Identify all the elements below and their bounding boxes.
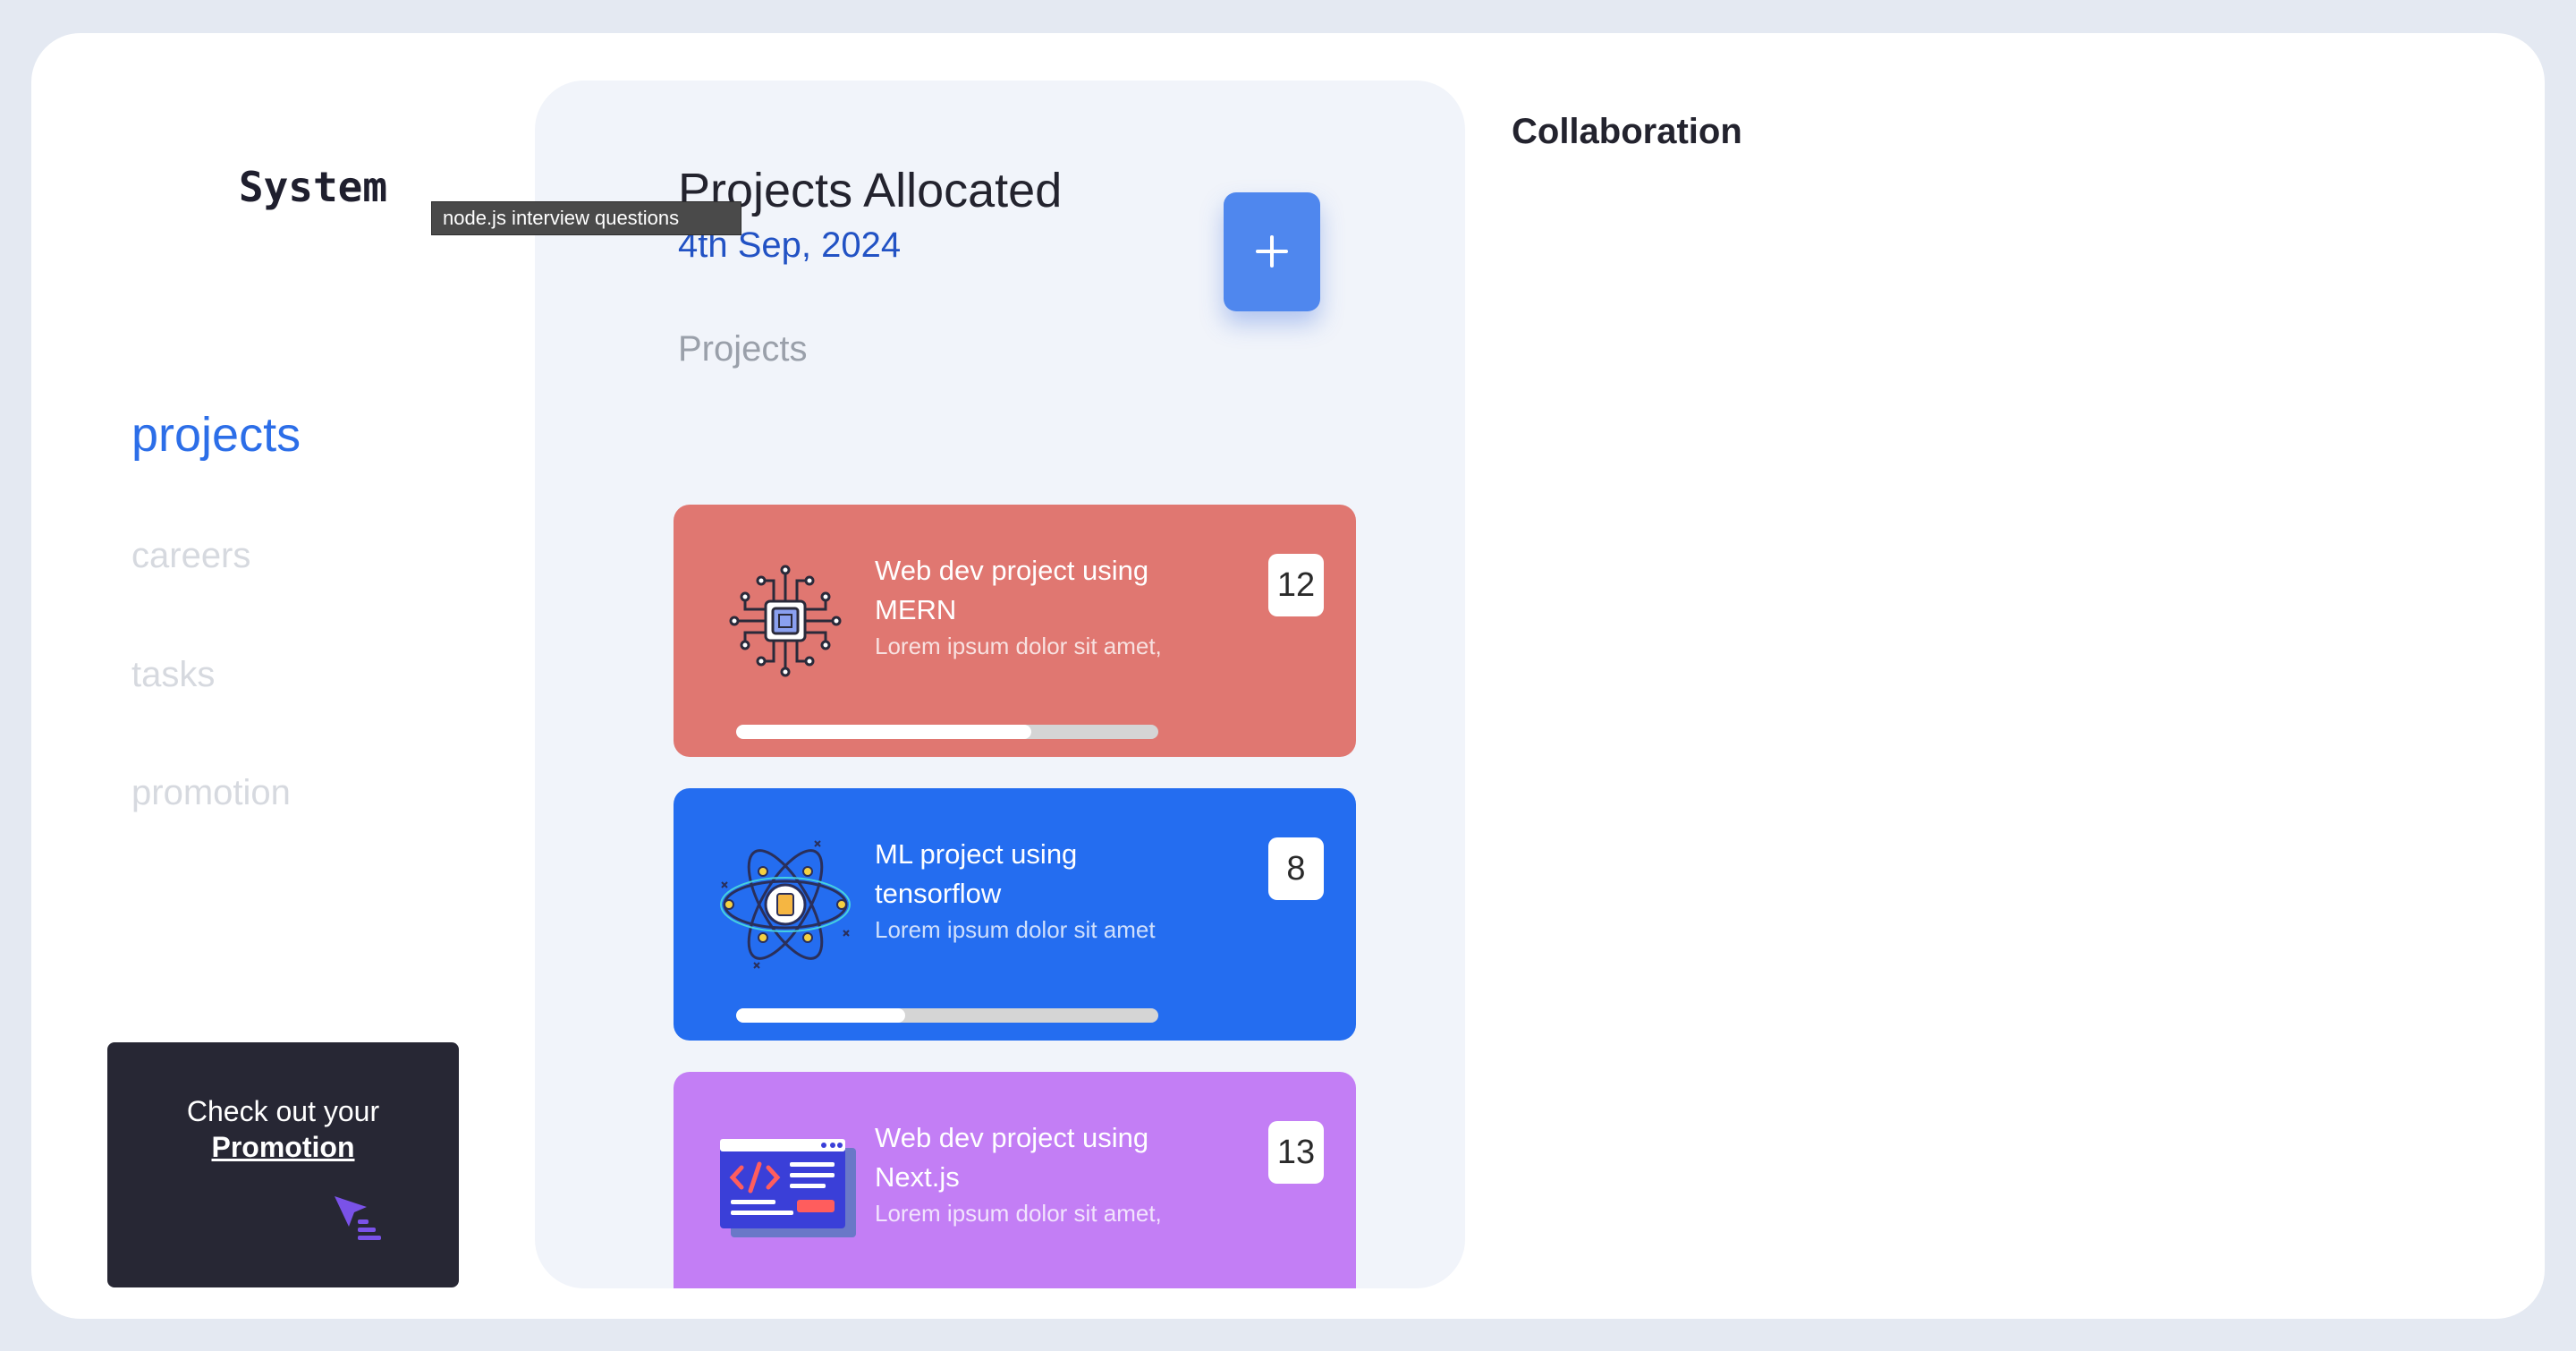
project-card[interactable]: Web dev project using MERN Lorem ipsum d… bbox=[674, 505, 1356, 757]
app-window: System projects careers tasks promotion … bbox=[31, 33, 2545, 1319]
plus-icon bbox=[1256, 235, 1288, 268]
progress-bar bbox=[736, 725, 1158, 739]
progress-bar bbox=[736, 1008, 1158, 1023]
project-card[interactable]: ML project using tensorflow Lorem ipsum … bbox=[674, 788, 1356, 1041]
promotion-link[interactable]: Promotion bbox=[107, 1131, 459, 1164]
collaboration-heading: Collaboration bbox=[1512, 112, 1742, 151]
promotion-card: Check out your Promotion bbox=[107, 1042, 459, 1287]
project-title: ML project using tensorflow bbox=[875, 838, 1078, 909]
tooltip: node.js interview questions bbox=[431, 201, 741, 235]
project-description: Lorem ipsum dolor sit amet, bbox=[875, 633, 1162, 659]
project-description: Lorem ipsum dolor sit amet, bbox=[875, 1200, 1162, 1227]
chip-icon bbox=[718, 554, 852, 688]
progress-fill bbox=[736, 1008, 905, 1023]
code-window-icon bbox=[718, 1121, 856, 1255]
progress-fill bbox=[736, 725, 1032, 739]
app-logo: System bbox=[238, 163, 388, 211]
project-card[interactable]: Web dev project using Next.js Lorem ipsu… bbox=[674, 1072, 1356, 1288]
add-project-button[interactable] bbox=[1224, 192, 1320, 311]
project-title: Web dev project using Next.js bbox=[875, 1122, 1149, 1193]
section-heading: Projects bbox=[678, 329, 808, 369]
atom-icon bbox=[718, 837, 852, 972]
project-count-badge: 12 bbox=[1268, 554, 1324, 616]
project-description: Lorem ipsum dolor sit amet bbox=[875, 916, 1156, 943]
nav-item-promotion[interactable]: promotion bbox=[131, 773, 291, 813]
promotion-text: Check out your bbox=[186, 1095, 380, 1127]
cursor-pointer-icon bbox=[331, 1193, 385, 1247]
nav-item-projects[interactable]: projects bbox=[131, 407, 301, 463]
project-count-badge: 13 bbox=[1268, 1121, 1324, 1184]
project-title: Web dev project using MERN bbox=[875, 555, 1149, 625]
projects-panel: Projects Allocated 4th Sep, 2024 Project… bbox=[535, 81, 1465, 1288]
nav-item-tasks[interactable]: tasks bbox=[131, 655, 215, 695]
project-count-badge: 8 bbox=[1268, 837, 1324, 900]
nav-item-careers[interactable]: careers bbox=[131, 536, 250, 576]
